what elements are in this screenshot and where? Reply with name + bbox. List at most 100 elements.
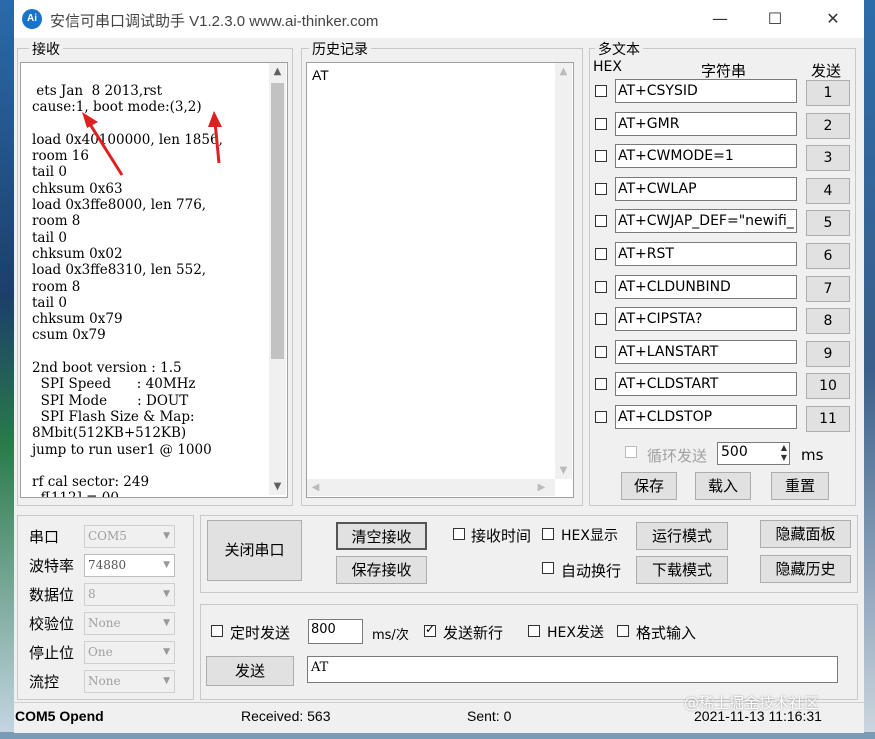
multitext-string-input[interactable]: AT+CWLAP <box>615 176 797 201</box>
multitext-string-input[interactable]: AT+CIPSTA? <box>615 307 797 332</box>
send-input-value[interactable]: AT <box>311 660 328 675</box>
sent-count: Sent: 0 <box>467 708 512 724</box>
multitext-hex-checkbox[interactable] <box>595 345 607 358</box>
hex-send-checkbox[interactable] <box>528 625 540 637</box>
multitext-send-button[interactable]: 2 <box>806 112 850 139</box>
multitext-hex-checkbox[interactable] <box>595 182 607 195</box>
multitext-send-button[interactable]: 10 <box>806 373 850 400</box>
multitext-string-input[interactable]: AT+CLDSTART <box>615 372 797 397</box>
databits-select[interactable]: 8 ▼ <box>84 583 175 606</box>
port-status: COM5 Opend <box>15 708 104 724</box>
send-button[interactable]: 发送 <box>206 656 294 686</box>
receive-line: room 8 <box>32 278 81 295</box>
baud-select[interactable]: 74880 ▼ <box>84 554 175 577</box>
multitext-hex-checkbox[interactable] <box>595 248 607 260</box>
multitext-load-button[interactable]: 载入 <box>695 472 751 500</box>
timed-send-checkbox[interactable] <box>211 625 223 637</box>
multitext-string-input[interactable]: AT+LANSTART <box>615 339 797 364</box>
history-vscrollbar[interactable]: ▲ ▼ <box>555 63 572 479</box>
multitext-string-input[interactable]: AT+CLDUNBIND <box>615 274 797 299</box>
flow-value: None <box>88 674 121 688</box>
multitext-send-button[interactable]: 6 <box>806 243 850 269</box>
history-item[interactable]: AT <box>312 67 329 83</box>
multitext-string-input[interactable]: AT+CWMODE=1 <box>615 144 797 169</box>
multitext-hex-checkbox[interactable] <box>595 378 607 391</box>
format-input-label: 格式输入 <box>636 624 697 642</box>
multitext-send-button[interactable]: 7 <box>806 275 850 302</box>
close-port-button[interactable]: 关闭串口 <box>207 520 302 581</box>
multitext-hex-checkbox[interactable] <box>595 150 607 163</box>
hex-display-checkbox[interactable] <box>542 528 554 540</box>
loop-interval-value[interactable]: 500 <box>721 444 748 460</box>
scroll-down-icon[interactable]: ▼ <box>269 478 286 495</box>
multitext-hex-checkbox[interactable] <box>595 117 607 130</box>
multitext-send-button[interactable]: 5 <box>806 210 850 237</box>
multitext-hex-checkbox[interactable] <box>595 215 607 228</box>
receive-line: jump to run user1 @ 1000 <box>32 441 212 458</box>
scroll-down-icon[interactable]: ▼ <box>555 462 572 479</box>
receive-line: tail 0 <box>32 164 67 181</box>
format-input-checkbox[interactable] <box>617 625 629 637</box>
download-mode-button[interactable]: 下载模式 <box>636 556 728 584</box>
receive-time-checkbox[interactable] <box>453 528 465 540</box>
title-bar[interactable]: Ai 安信可串口调试助手 V1.2.3.0 www.ai-thinker.com… <box>14 0 864 38</box>
multitext-hex-checkbox[interactable] <box>595 313 607 326</box>
receive-textarea[interactable]: ets Jan 8 2013,rst cause:1, boot mode:(3,… <box>20 62 288 498</box>
multitext-send-button[interactable]: 4 <box>806 177 850 204</box>
history-label: 历史记录 <box>309 39 371 59</box>
chevron-down-icon: ▼ <box>163 531 170 541</box>
multitext-send-button[interactable]: 11 <box>806 406 850 432</box>
send-newline-checkbox[interactable] <box>424 622 436 637</box>
loop-interval-spinner[interactable]: 500 ▲ ▼ <box>717 442 790 465</box>
multitext-string-input[interactable]: AT+GMR <box>615 111 797 136</box>
received-count: Received: 563 <box>241 708 331 724</box>
receive-scrollbar[interactable]: ▲ ▼ <box>269 63 286 495</box>
baud-value: 74880 <box>88 558 127 572</box>
auto-newline-label: 自动换行 <box>561 562 622 580</box>
maximize-button[interactable]: ☐ <box>752 0 798 38</box>
stopbits-select[interactable]: One ▼ <box>84 641 175 664</box>
multitext-send-button[interactable]: 9 <box>806 340 850 367</box>
close-button[interactable]: ✕ <box>810 0 856 38</box>
multitext-reset-button[interactable]: 重置 <box>771 472 829 500</box>
multitext-string-input[interactable]: AT+CLDSTOP <box>615 405 797 429</box>
scroll-up-icon[interactable]: ▲ <box>555 63 572 80</box>
scroll-left-icon[interactable]: ◀ <box>307 479 324 496</box>
hex-column-header: HEX <box>593 59 622 75</box>
scroll-up-icon[interactable]: ▲ <box>269 63 286 80</box>
parity-select[interactable]: None ▼ <box>84 612 175 635</box>
hide-panel-button[interactable]: 隐藏面板 <box>760 520 851 548</box>
save-receive-button[interactable]: 保存接收 <box>336 556 427 584</box>
receive-line: chksum 0x63 <box>32 180 123 197</box>
multitext-string-input[interactable]: AT+RST <box>615 242 797 266</box>
port-select[interactable]: COM5 ▼ <box>84 525 175 548</box>
history-list[interactable]: AT ▲ ▼ ◀ ▶ <box>306 62 574 498</box>
multitext-string-input[interactable]: AT+CSYSID <box>615 79 797 103</box>
send-interval-input[interactable]: 800 <box>308 619 363 644</box>
multitext-send-button[interactable]: 8 <box>806 308 850 335</box>
hex-send-label: HEX发送 <box>547 625 604 641</box>
multitext-save-button[interactable]: 保存 <box>621 472 677 500</box>
multitext-send-button[interactable]: 3 <box>806 145 850 172</box>
multitext-hex-checkbox[interactable] <box>595 411 607 423</box>
chevron-down-icon: ▼ <box>163 676 170 686</box>
minimize-button[interactable]: — <box>697 0 743 38</box>
multitext-hex-checkbox[interactable] <box>595 85 607 97</box>
scroll-right-icon[interactable]: ▶ <box>533 479 550 496</box>
send-input[interactable]: AT <box>307 656 838 683</box>
run-mode-button[interactable]: 运行模式 <box>636 522 728 550</box>
multitext-send-button[interactable]: 1 <box>806 80 850 106</box>
receive-line: tail 0 <box>32 229 67 246</box>
history-hscrollbar[interactable]: ◀ ▶ <box>307 479 555 496</box>
loop-send-checkbox[interactable] <box>625 446 637 458</box>
spinner-arrows-icon[interactable]: ▲ ▼ <box>781 443 787 463</box>
flow-select[interactable]: None ▼ <box>84 670 175 693</box>
send-interval-value[interactable]: 800 <box>311 622 336 637</box>
multitext-string-input[interactable]: AT+CWJAP_DEF="newifi_ <box>615 209 797 234</box>
parity-label: 校验位 <box>29 615 75 633</box>
scroll-thumb[interactable] <box>271 83 284 359</box>
hide-history-button[interactable]: 隐藏历史 <box>760 555 851 583</box>
multitext-hex-checkbox[interactable] <box>595 280 607 293</box>
auto-newline-checkbox[interactable] <box>542 562 554 574</box>
clear-receive-button[interactable]: 清空接收 <box>336 522 427 550</box>
